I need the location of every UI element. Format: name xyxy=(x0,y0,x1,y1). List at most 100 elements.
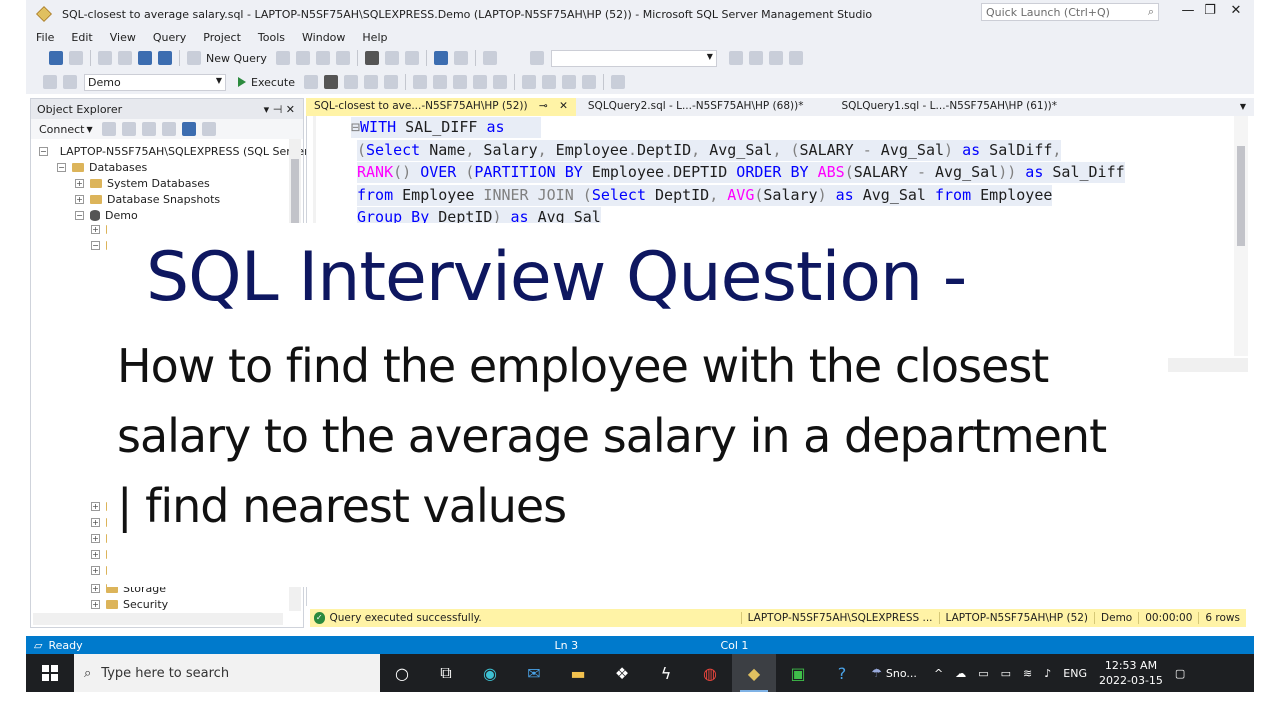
file-explorer-icon[interactable]: ▬ xyxy=(556,654,600,692)
tab-sqlquery1[interactable]: SQLQuery1.sql - L...-N5SF75AH\HP (61))* xyxy=(833,98,1065,116)
new-project-icon[interactable] xyxy=(98,51,112,65)
expand-icon[interactable]: + xyxy=(75,195,84,204)
expand-icon[interactable]: + xyxy=(91,518,100,527)
expand-icon[interactable]: + xyxy=(91,584,100,593)
tab-closest-to-average[interactable]: SQL-closest to ave...-N5SF75AH\HP (52)) … xyxy=(306,98,576,116)
menu-query[interactable]: Query xyxy=(153,31,186,44)
collapse-icon[interactable]: − xyxy=(39,147,48,156)
expand-icon[interactable]: + xyxy=(91,600,100,609)
new-query-icon[interactable] xyxy=(187,51,201,65)
filter-icon[interactable] xyxy=(161,122,176,136)
collapse-icon[interactable]: − xyxy=(57,163,66,172)
mail-icon[interactable]: ✉ xyxy=(512,654,556,692)
results-text-icon[interactable] xyxy=(453,75,467,89)
chrome-icon[interactable]: ◍ xyxy=(688,654,732,692)
expand-icon[interactable]: + xyxy=(91,534,100,543)
new-query-button[interactable]: New Query xyxy=(206,52,267,65)
expand-icon[interactable]: + xyxy=(91,550,100,559)
tab-overflow-icon[interactable]: ▼ xyxy=(1240,98,1246,116)
tab-sqlquery2[interactable]: SQLQuery2.sql - L...-N5SF75AH\HP (68))* xyxy=(580,98,812,116)
help-icon[interactable]: ? xyxy=(820,654,864,692)
parse-check-icon[interactable] xyxy=(324,75,338,89)
menu-tools[interactable]: Tools xyxy=(258,31,285,44)
activity-monitor-icon[interactable] xyxy=(482,51,497,65)
notifications-icon[interactable]: ▢ xyxy=(1175,667,1185,680)
editor-vscrollbar[interactable] xyxy=(1234,116,1248,356)
restore-button[interactable]: ❐ xyxy=(1198,3,1222,18)
find-combo[interactable]: ▼ xyxy=(550,49,717,67)
taskbar-clock[interactable]: 12:53 AM 2022-03-15 xyxy=(1099,658,1163,688)
ssms-taskbar-icon[interactable]: ◆ xyxy=(732,654,776,692)
wifi-icon[interactable]: ≋ xyxy=(1023,667,1032,680)
tree-node-databases[interactable]: − Databases xyxy=(57,161,317,174)
expand-icon[interactable]: + xyxy=(91,225,100,234)
stop-icon[interactable] xyxy=(141,122,156,136)
edge-icon[interactable]: ◉ xyxy=(468,654,512,692)
save-icon[interactable] xyxy=(138,51,152,65)
copy-icon[interactable] xyxy=(384,51,399,65)
expand-icon[interactable]: + xyxy=(75,179,84,188)
include-plan-icon[interactable] xyxy=(413,75,427,89)
results-grid-icon[interactable] xyxy=(384,75,398,89)
app-bolt-icon[interactable]: ϟ xyxy=(644,654,688,692)
properties-icon[interactable] xyxy=(748,51,763,65)
camtasia-icon[interactable]: ▣ xyxy=(776,654,820,692)
tray-overflow-icon[interactable]: ^ xyxy=(934,667,943,680)
panel-controls[interactable]: ▾ ⊣ ✕ xyxy=(264,103,295,116)
query-designer-icon[interactable] xyxy=(364,75,378,89)
execute-icon[interactable] xyxy=(238,77,246,87)
task-view-icon[interactable]: ⧉ xyxy=(424,654,468,692)
close-icon[interactable]: ✕ xyxy=(559,100,568,112)
indent-icon[interactable] xyxy=(582,75,596,89)
display-plan-icon[interactable] xyxy=(344,75,358,89)
menu-help[interactable]: Help xyxy=(362,31,387,44)
find-icon[interactable] xyxy=(529,51,544,65)
menu-window[interactable]: Window xyxy=(302,31,345,44)
connect-icon[interactable] xyxy=(43,75,57,89)
stop-icon[interactable] xyxy=(304,75,318,89)
forward-icon[interactable] xyxy=(69,51,83,65)
taskbar-search-box[interactable]: ⌕ Type here to search xyxy=(74,654,380,692)
back-icon[interactable] xyxy=(49,51,63,65)
start-button[interactable] xyxy=(26,654,74,692)
dax-query-icon[interactable] xyxy=(335,51,350,65)
results-file-icon[interactable] xyxy=(493,75,507,89)
quick-launch-input[interactable]: Quick Launch (Ctrl+Q) ⌕ xyxy=(981,3,1159,21)
object-explorer-hscrollbar[interactable] xyxy=(33,613,283,625)
undo-icon[interactable] xyxy=(433,51,448,65)
volume-icon[interactable]: ♪ xyxy=(1044,667,1051,680)
open-file-icon[interactable] xyxy=(118,51,132,65)
menu-edit[interactable]: Edit xyxy=(71,31,92,44)
menu-view[interactable]: View xyxy=(110,31,136,44)
collapse-icon[interactable]: − xyxy=(75,211,84,220)
solution-explorer-icon[interactable] xyxy=(728,51,743,65)
display-icon[interactable]: ▭ xyxy=(978,667,988,680)
cloud-icon[interactable]: ☁ xyxy=(955,667,966,680)
comment-icon[interactable] xyxy=(522,75,536,89)
redo-icon[interactable] xyxy=(453,51,468,65)
dropbox-icon[interactable]: ❖ xyxy=(600,654,644,692)
expand-icon[interactable]: + xyxy=(91,502,100,511)
results-grid-mode-icon[interactable] xyxy=(473,75,487,89)
pin-icon[interactable]: ⊸ xyxy=(539,100,548,112)
cut-icon[interactable] xyxy=(364,51,379,65)
save-all-icon[interactable] xyxy=(158,51,172,65)
cortana-icon[interactable]: ○ xyxy=(380,654,424,692)
window-layout-icon[interactable] xyxy=(788,51,803,65)
chevron-down-icon[interactable]: ▼ xyxy=(86,125,92,134)
available-databases-select[interactable]: Demo ▼ xyxy=(84,73,226,91)
connect-button[interactable]: Connect xyxy=(39,123,84,136)
close-window-button[interactable]: ✕ xyxy=(1224,3,1248,18)
connect-object-icon[interactable] xyxy=(101,122,116,136)
change-connection-icon[interactable] xyxy=(63,75,77,89)
minimize-button[interactable]: — xyxy=(1176,3,1200,18)
client-stats-icon[interactable] xyxy=(433,75,447,89)
disconnect-icon[interactable] xyxy=(121,122,136,136)
paste-icon[interactable] xyxy=(404,51,419,65)
collapse-icon[interactable]: − xyxy=(91,241,100,250)
expand-icon[interactable]: + xyxy=(91,566,100,575)
snow-app-icon[interactable]: ☂ Sno... xyxy=(864,654,924,692)
specify-values-icon[interactable] xyxy=(611,75,625,89)
menu-project[interactable]: Project xyxy=(203,31,241,44)
dmx-query-icon[interactable] xyxy=(295,51,310,65)
